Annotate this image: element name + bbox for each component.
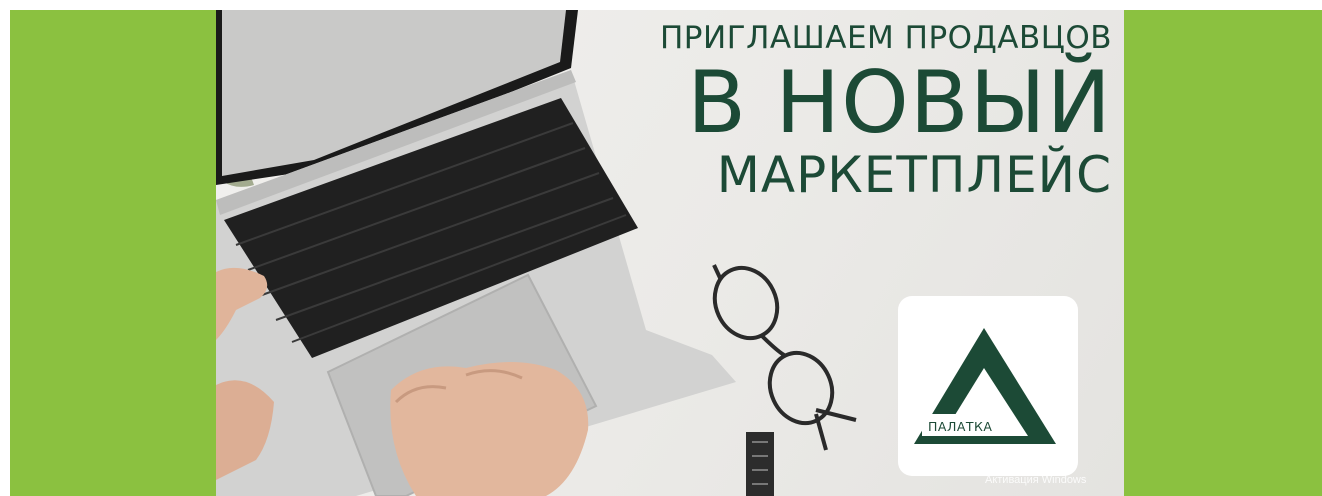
windows-activation-watermark: Активация Windows	[985, 474, 1087, 486]
marketplace-banner: ПРИГЛАШАЕМ ПРОДАВЦОВ В НОВЫЙ МАРКЕТПЛЕЙС…	[216, 10, 1124, 496]
headline-line-3: МАРКЕТПЛЕЙС	[716, 146, 1112, 204]
headline-line-2: В НОВЫЙ	[687, 53, 1112, 153]
logo-text: ПАЛАТКА	[928, 419, 993, 434]
headline-line-1: ПРИГЛАШАЕМ ПРОДАВЦОВ	[660, 20, 1112, 56]
triangle-logo-icon	[914, 328, 1056, 444]
palatka-logo: ПАЛАТКА	[898, 296, 1078, 476]
glasses-image	[712, 264, 857, 451]
headline: ПРИГЛАШАЕМ ПРОДАВЦОВ В НОВЫЙ МАРКЕТПЛЕЙС	[660, 18, 1112, 202]
